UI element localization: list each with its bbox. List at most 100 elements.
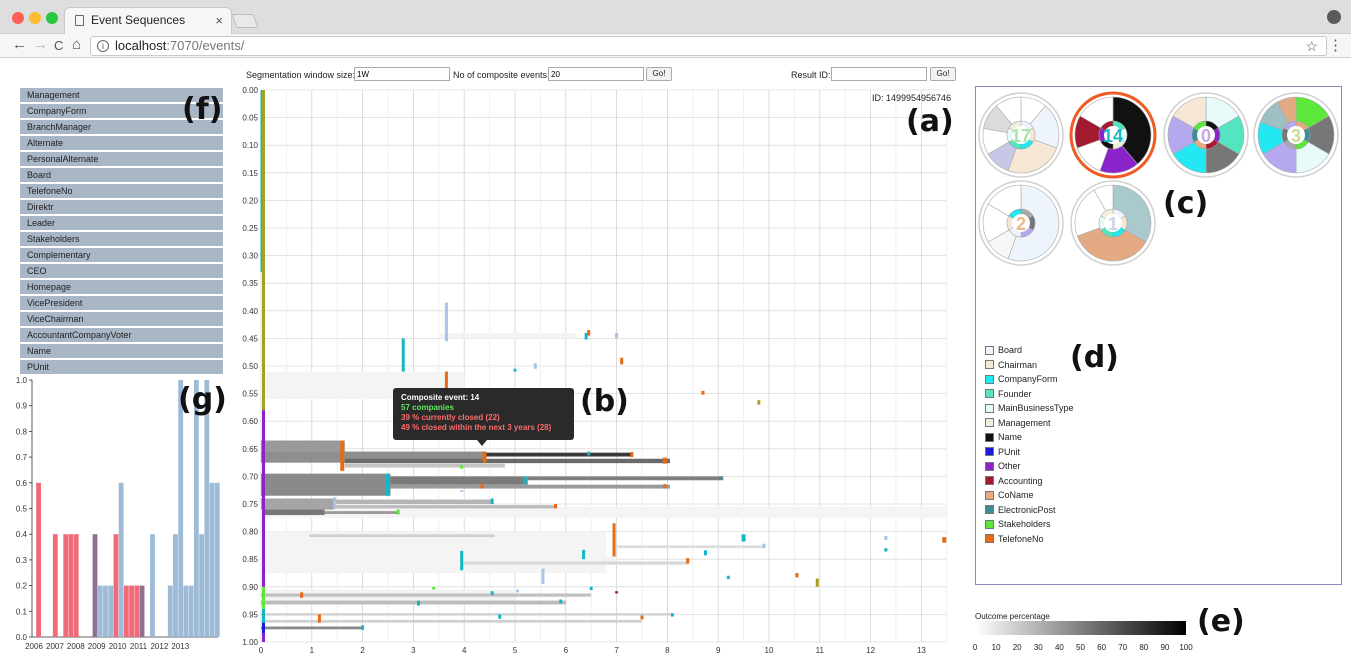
attribute-item[interactable]: Stakeholders <box>20 232 223 246</box>
sequence-bar[interactable] <box>461 561 688 565</box>
composite-glyph[interactable]: 3 <box>1253 92 1339 178</box>
attribute-item[interactable]: Leader <box>20 216 223 230</box>
composite-count-input[interactable] <box>548 67 644 81</box>
year-bar[interactable] <box>52 534 58 637</box>
event-marker[interactable] <box>815 578 819 587</box>
composite-glyph[interactable]: 17 <box>978 92 1064 178</box>
year-bar[interactable] <box>97 585 103 637</box>
year-bar[interactable] <box>63 534 69 637</box>
back-button[interactable]: ← <box>12 36 27 53</box>
event-marker[interactable] <box>640 615 644 620</box>
event-marker[interactable] <box>701 390 705 395</box>
event-marker[interactable] <box>523 476 527 485</box>
attribute-item[interactable]: TelefoneNo <box>20 184 223 198</box>
event-marker[interactable] <box>460 465 464 469</box>
close-window-button[interactable] <box>12 12 24 24</box>
event-marker[interactable] <box>670 613 674 617</box>
attribute-item[interactable]: Homepage <box>20 280 223 294</box>
year-bar[interactable] <box>150 534 155 637</box>
legend-item[interactable]: Stakeholders <box>985 517 1074 532</box>
event-marker[interactable] <box>460 490 464 492</box>
composite-glyph[interactable]: 0 <box>1163 92 1249 178</box>
sequence-bar[interactable] <box>484 452 632 457</box>
year-bar[interactable] <box>92 534 98 637</box>
event-marker[interactable] <box>498 614 502 619</box>
year-bar[interactable] <box>188 585 194 637</box>
bookmark-star-icon[interactable]: ☆ <box>1305 37 1318 55</box>
attribute-item[interactable]: Board <box>20 168 223 182</box>
window-size-input[interactable] <box>354 67 450 81</box>
sequence-bar[interactable] <box>334 505 556 509</box>
year-bar[interactable] <box>103 585 108 637</box>
year-bar[interactable] <box>73 534 79 637</box>
legend-item[interactable]: Founder <box>985 387 1074 402</box>
sequence-bar[interactable] <box>324 511 399 514</box>
forward-button[interactable]: → <box>33 36 48 53</box>
sequence-bar[interactable] <box>309 534 495 538</box>
profile-icon[interactable] <box>1327 10 1341 24</box>
legend-item[interactable]: Name <box>985 430 1074 445</box>
event-marker[interactable] <box>589 586 593 591</box>
event-marker[interactable] <box>482 451 487 463</box>
event-marker[interactable] <box>490 591 494 596</box>
year-bar[interactable] <box>134 585 140 637</box>
event-marker[interactable] <box>340 440 345 471</box>
event-marker[interactable] <box>762 543 766 549</box>
sequence-bar[interactable] <box>390 476 528 485</box>
event-marker[interactable] <box>396 509 400 515</box>
attribute-item[interactable]: CEO <box>20 264 223 278</box>
reload-button[interactable]: C <box>54 38 63 53</box>
event-marker[interactable] <box>513 368 517 372</box>
event-marker[interactable] <box>795 573 799 578</box>
event-marker[interactable] <box>516 589 520 593</box>
year-bar[interactable] <box>123 585 129 637</box>
sequence-bar[interactable] <box>261 600 566 605</box>
attribute-item[interactable]: PUnit <box>20 360 223 374</box>
event-marker[interactable] <box>726 575 730 580</box>
event-marker[interactable] <box>333 497 337 509</box>
legend-item[interactable]: Accounting <box>985 474 1074 489</box>
composite-glyph[interactable]: 14 <box>1069 91 1157 179</box>
legend-item[interactable]: Other <box>985 459 1074 474</box>
legend-item[interactable]: CompanyForm <box>985 372 1074 387</box>
event-marker[interactable] <box>686 558 690 564</box>
sequence-bar[interactable] <box>390 484 670 489</box>
event-sequence-chart[interactable]: 0.00 0.05 0.10 0.15 0.20 0.25 0.30 0.35 0.40 0.45… <box>230 84 960 656</box>
event-marker[interactable] <box>587 451 591 456</box>
event-marker[interactable] <box>401 338 405 372</box>
minimize-window-button[interactable] <box>29 12 41 24</box>
year-bar[interactable] <box>183 585 189 637</box>
year-bar[interactable] <box>108 585 114 637</box>
year-bar[interactable] <box>209 482 215 637</box>
sequence-bar[interactable] <box>261 498 335 510</box>
attribute-item[interactable]: ViceChairman <box>20 312 223 326</box>
sequence-bar[interactable] <box>614 545 764 549</box>
year-bar[interactable] <box>118 482 124 637</box>
event-marker[interactable] <box>490 498 494 504</box>
event-marker[interactable] <box>480 483 484 489</box>
sequence-bar[interactable] <box>263 509 325 516</box>
sequence-bar[interactable] <box>261 593 592 597</box>
legend-item[interactable]: Chairman <box>985 358 1074 373</box>
event-marker[interactable] <box>630 452 634 458</box>
info-icon[interactable]: i <box>97 40 109 52</box>
event-marker[interactable] <box>884 536 888 540</box>
event-marker[interactable] <box>432 586 436 590</box>
attribute-item[interactable]: AccountantCompanyVoter <box>20 328 223 342</box>
year-bar[interactable] <box>68 534 74 637</box>
result-go-button[interactable]: Go! <box>930 67 956 81</box>
year-bar[interactable] <box>167 585 173 637</box>
zoom-window-button[interactable] <box>46 12 58 24</box>
event-marker[interactable] <box>704 550 707 556</box>
event-marker[interactable] <box>317 614 321 623</box>
attribute-item[interactable]: Direktr <box>20 200 223 214</box>
year-bar[interactable] <box>113 534 119 637</box>
event-marker[interactable] <box>757 400 761 405</box>
legend-item[interactable]: CoName <box>985 488 1074 503</box>
composite-glyph[interactable]: 1 <box>1070 180 1156 266</box>
event-marker[interactable] <box>719 476 723 480</box>
sequence-bar[interactable] <box>527 476 724 481</box>
year-bar[interactable] <box>173 534 178 637</box>
event-marker[interactable] <box>361 625 365 630</box>
year-bar[interactable] <box>178 380 184 637</box>
